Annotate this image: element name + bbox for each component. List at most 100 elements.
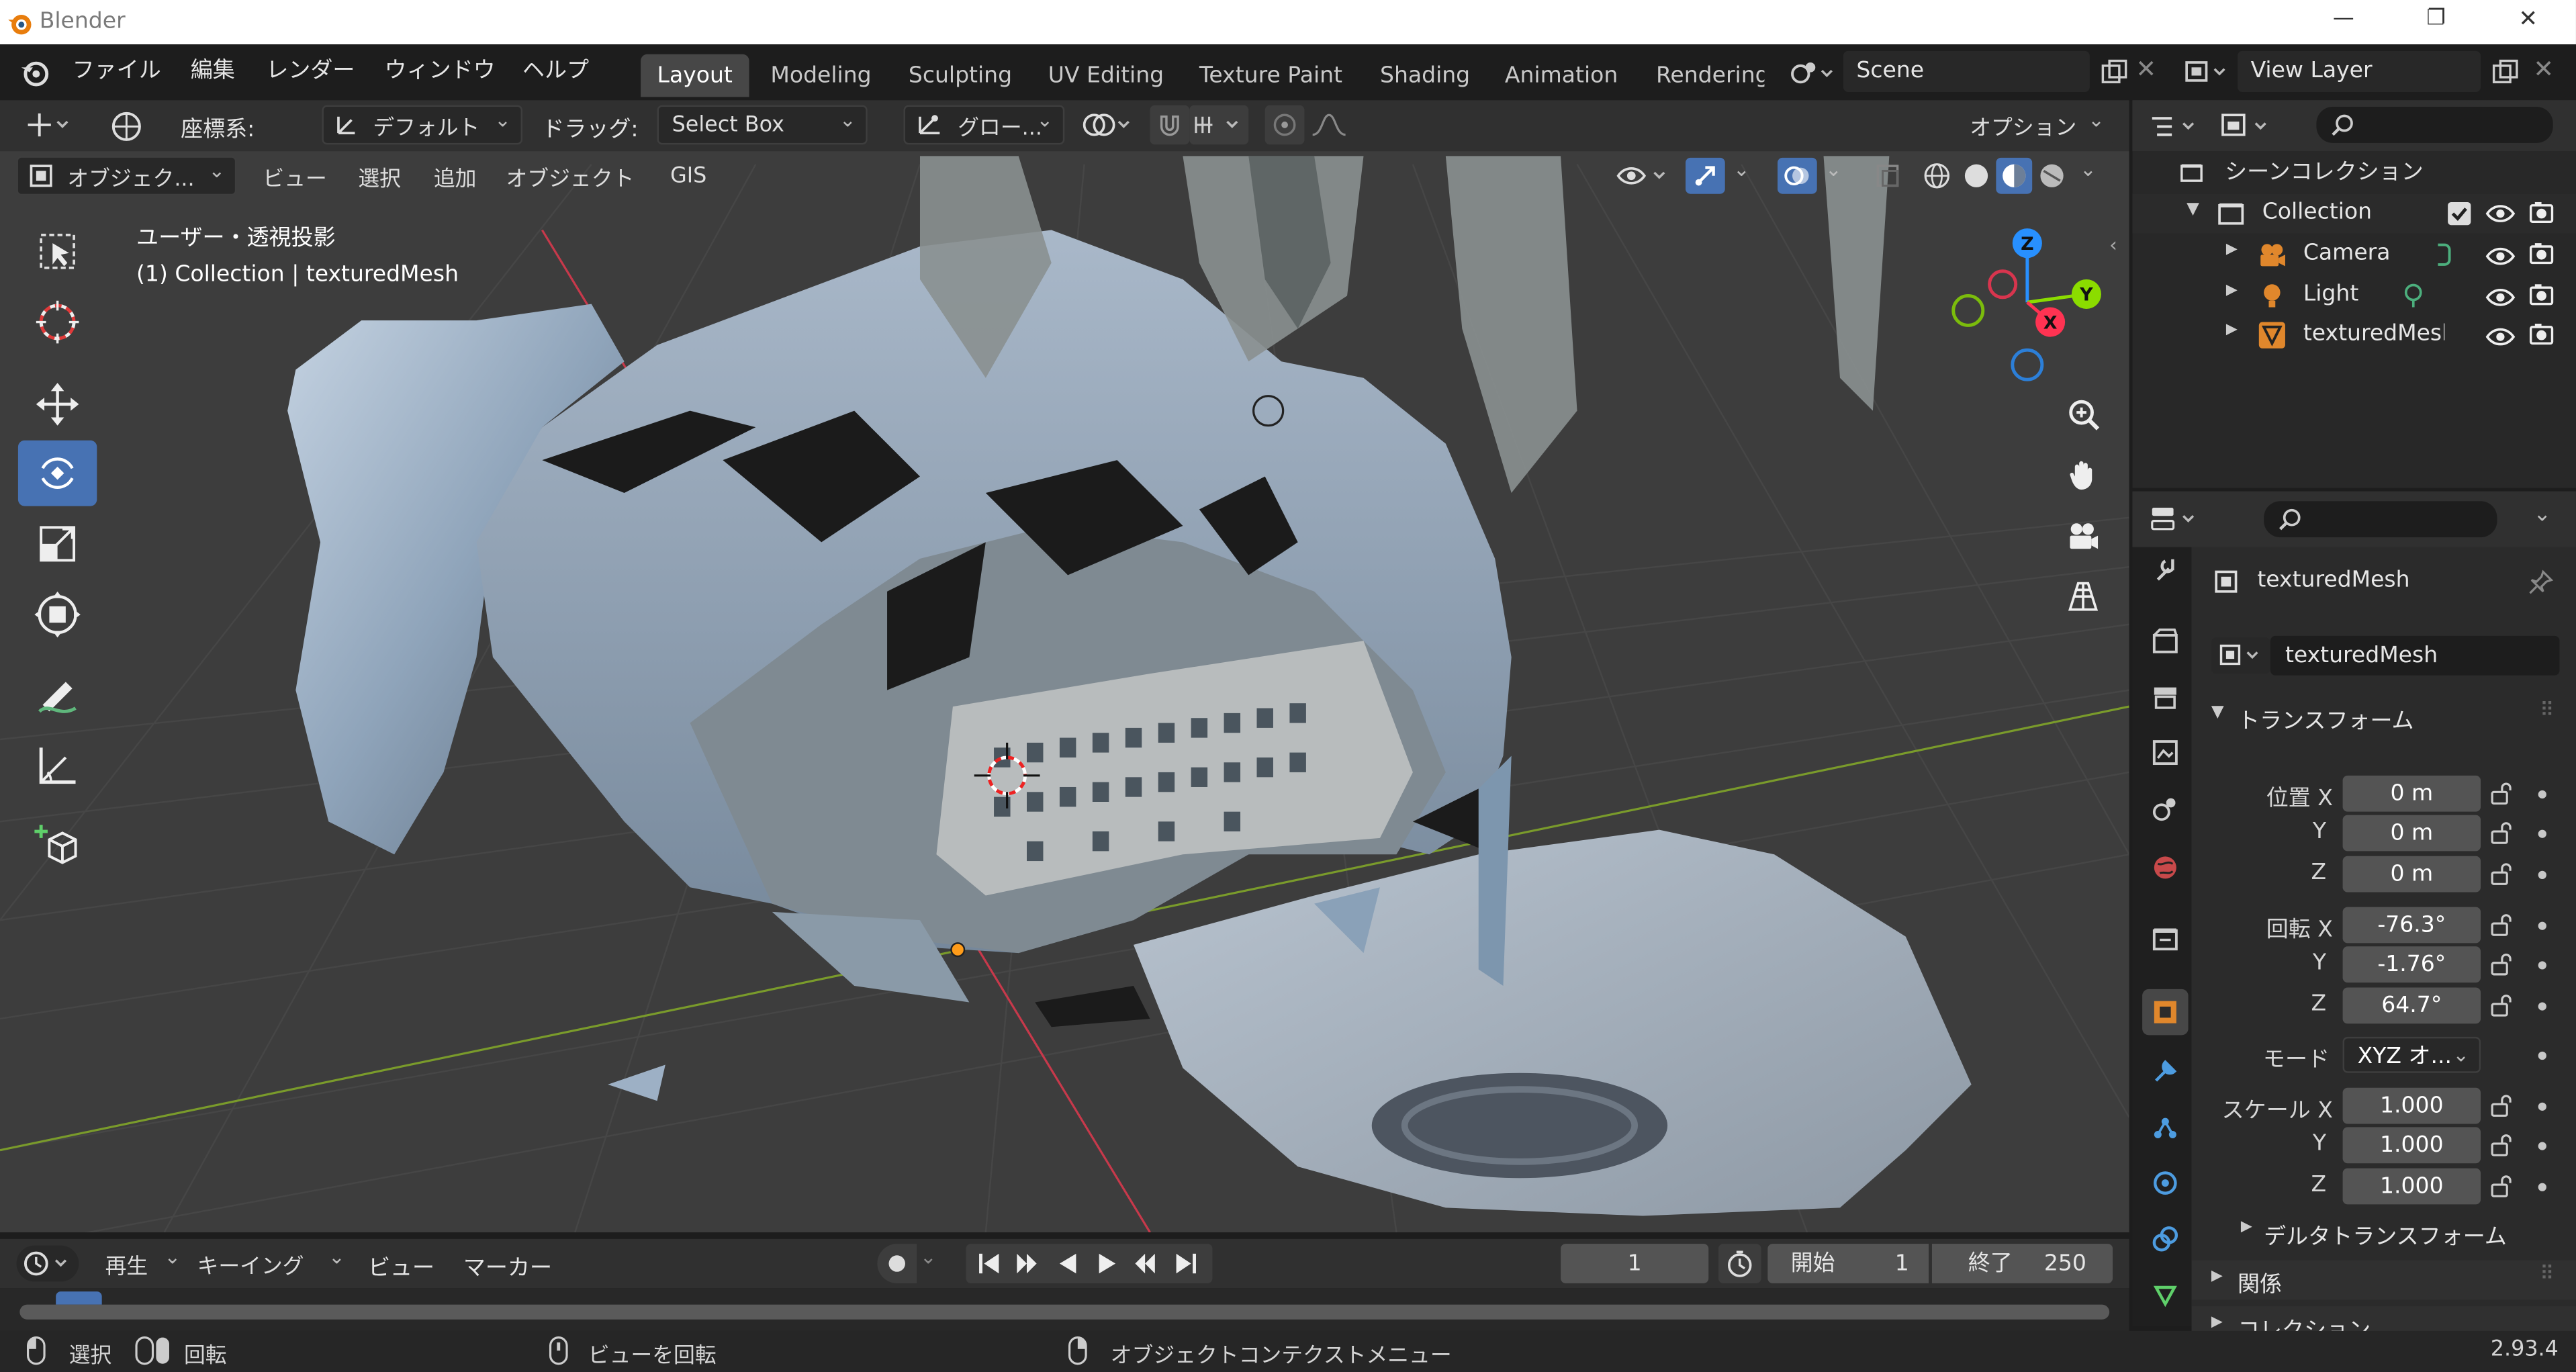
record-button[interactable] [877,1244,917,1283]
mode-dropdown[interactable]: オブジェク... [16,156,237,196]
viewport-menu-0[interactable]: ビュー [250,156,340,195]
outliner-expand-icon[interactable]: ▶ [2226,282,2238,298]
play-icon[interactable] [1091,1248,1123,1278]
play-reverse-icon[interactable] [1052,1248,1085,1278]
menu-item-1[interactable]: 編集 [191,48,235,94]
move-tool[interactable] [18,371,97,437]
keyframe-dot-icon[interactable] [2538,1002,2546,1011]
menu-item-3[interactable]: ウィンドウ [384,48,495,94]
outliner-expand-icon[interactable]: ▶ [2226,242,2238,258]
eye-icon[interactable] [2484,322,2517,352]
navigation-gizmo[interactable]: Z Y X [1942,217,2123,398]
coord-system-dropdown[interactable]: デフォルト [322,105,522,145]
menu-item-2[interactable]: レンダー [266,48,355,94]
scale-y-field[interactable]: 1.000 [2342,1127,2481,1164]
3d-viewport[interactable]: ユーザー・透視投影 (1) Collection | texturedMesh … [0,151,2129,1233]
menu-item-0[interactable]: ファイル [73,48,161,94]
collection-eye-icon[interactable] [2484,199,2517,228]
viewport-menu-3[interactable]: オブジェクト [493,156,647,195]
jump-end-icon[interactable] [1170,1248,1203,1278]
wireframe-shading-icon[interactable] [1919,158,1955,194]
outliner-item-light[interactable]: ▶ Light [2132,275,2576,315]
render-tab-icon[interactable] [2142,618,2188,664]
remove-scene-icon[interactable]: ✕ [2135,54,2156,84]
keyframe-dot-icon[interactable] [2538,961,2546,970]
orientation-gizmo-icon[interactable] [102,105,151,148]
close-button[interactable]: ✕ [2518,7,2538,33]
rotation-x-field[interactable]: -76.3° [2342,907,2481,944]
scale-tool[interactable] [18,511,97,577]
transform-tool-icon[interactable] [19,107,79,143]
pivot-dropdown[interactable]: グロー... [903,105,1065,145]
render-camera-icon[interactable] [2527,320,2557,350]
location-y-field[interactable]: 0 m [2342,815,2481,852]
workspace-tab-texture-paint[interactable]: Texture Paint [1183,54,1359,97]
unlock-icon[interactable] [2491,953,2514,976]
workspace-tab-modeling[interactable]: Modeling [754,54,888,97]
add-cube-tool[interactable] [18,812,97,878]
rotate-tool[interactable] [17,440,97,506]
annotate-tool[interactable] [18,664,97,729]
scene-name-field[interactable]: Scene [1843,50,2090,93]
falloff-icon[interactable] [1307,105,1367,145]
constraints-tab-icon[interactable] [2142,1216,2188,1263]
material-shading-icon[interactable] [1996,157,2033,194]
delta-transform-header[interactable]: ▶ デルタトランスフォーム [2191,1214,2575,1250]
world-tab-icon[interactable] [2142,845,2188,891]
scale-z-field[interactable]: 1.000 [2342,1168,2481,1205]
location-x-field[interactable]: 0 m [2342,775,2481,812]
workspace-tab-animation[interactable]: Animation [1488,54,1634,97]
unlock-icon[interactable] [2491,913,2514,936]
unlock-icon[interactable] [2491,863,2514,886]
transform-tool[interactable] [18,582,97,647]
keyframe-dot-icon[interactable] [2538,1183,2546,1191]
keyframe-dot-icon[interactable] [2538,870,2546,879]
viewport-menu-2[interactable]: 追加 [420,156,490,195]
solid-shading-icon[interactable] [1958,158,1994,194]
physics-tab-icon[interactable] [2142,1160,2188,1206]
data-tab-icon[interactable] [2142,1272,2188,1318]
workspace-tab-shading[interactable]: Shading [1364,54,1487,97]
unlock-icon[interactable] [2491,1134,2514,1156]
jump-start-icon[interactable] [972,1248,1005,1278]
rendered-shading-icon[interactable] [2034,158,2070,194]
keyframe-dot-icon[interactable] [2538,1051,2546,1060]
object-name-field[interactable]: texturedMesh [2270,635,2560,676]
collection-tab-icon[interactable] [2142,917,2188,963]
outliner-expand-icon[interactable]: ▶ [2226,322,2238,338]
copy-scene-icon[interactable] [2097,54,2133,91]
next-keyframe-icon[interactable] [1127,1248,1163,1278]
shading-dropdown-icon[interactable]: ⌄ [2080,158,2097,181]
view-layer-tab-icon[interactable] [2142,729,2188,776]
relations-panel-header[interactable]: ▶ 関係 ⠿ [2191,1260,2576,1300]
workspace-tab-uv-editing[interactable]: UV Editing [1031,54,1180,97]
rotation-y-field[interactable]: -1.76° [2342,946,2481,983]
start-frame-field[interactable]: 開始 1 [1767,1244,1929,1283]
restore-button[interactable]: ❐ [2426,7,2446,32]
visibility-icon[interactable] [1613,158,1672,194]
rotation-z-field[interactable]: 64.7° [2342,987,2481,1024]
camera-data-icon[interactable] [2428,240,2458,269]
object-tab-icon[interactable] [2142,989,2189,1036]
collection-row[interactable]: ▼ Collection [2132,193,2576,234]
sidebar-toggle-icon[interactable]: ‹ [2109,233,2117,256]
properties-options-icon[interactable]: ⌄ [2533,503,2551,528]
keyframe-dot-icon[interactable] [2538,921,2546,930]
light-data-icon[interactable] [2399,280,2428,310]
rotation-mode-dropdown[interactable]: XYZ オ... ⌄ [2342,1036,2481,1073]
minimize-button[interactable]: — [2333,7,2354,32]
collection-expand-icon[interactable]: ▼ [2187,200,2199,218]
display-mode-icon[interactable] [2218,108,2277,144]
workspace-tab-sculpting[interactable]: Sculpting [892,54,1028,97]
cursor-tool[interactable] [18,289,97,355]
modifier-tab-icon[interactable] [2142,1048,2188,1095]
drag-dropdown[interactable]: Select Box [657,105,868,145]
menu-item-4[interactable]: ヘルプ [522,48,589,94]
end-frame-field[interactable]: 終了 250 [1931,1244,2113,1283]
keyframe-dot-icon[interactable] [2538,1142,2546,1150]
measure-tool[interactable] [18,733,97,798]
viewport-scene[interactable] [0,151,2129,1233]
viewport-menu-4[interactable]: GIS [657,156,720,195]
workspace-tab-layout[interactable]: Layout [641,54,749,97]
properties-search-input[interactable] [2264,501,2497,538]
